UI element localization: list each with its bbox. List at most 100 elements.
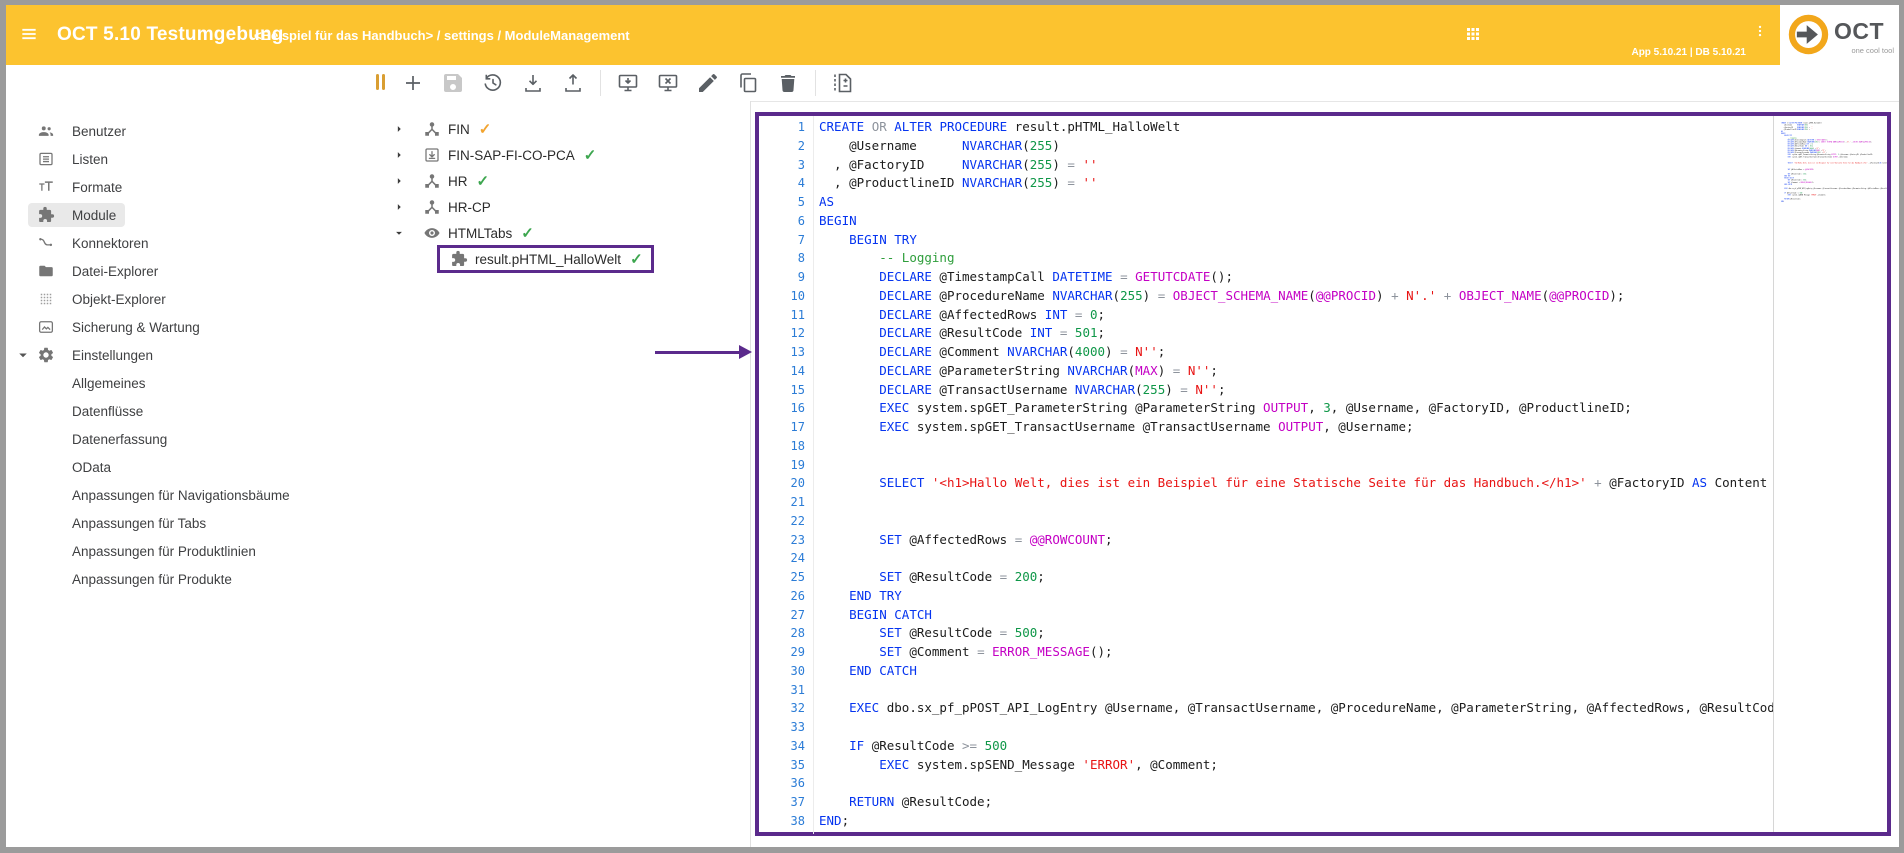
expand-caret-icon[interactable] — [392, 148, 406, 162]
line-number: 11 — [759, 306, 805, 325]
line-number: 24 — [759, 549, 805, 568]
line-number: 25 — [759, 568, 805, 587]
expand-caret-icon[interactable] — [392, 174, 406, 188]
code-line-32: EXEC dbo.sx_pf_pPOST_API_LogEntry @Usern… — [1781, 188, 1887, 190]
overflow-menu-icon[interactable] — [1753, 24, 1767, 44]
upload-button[interactable] — [561, 71, 585, 95]
code-line-9: 9 DECLARE @TimestampCall DATETIME = GETU… — [759, 268, 1773, 287]
hub-icon — [423, 172, 441, 190]
sidebar-item-datenfl-sse[interactable]: Datenflüsse — [6, 397, 384, 425]
line-number: 13 — [759, 343, 805, 362]
tree-item-htmltabs[interactable]: HTMLTabs✓ — [385, 220, 750, 246]
line-number: 26 — [759, 587, 805, 606]
code-line-38: END; — [1781, 200, 1887, 202]
add-button[interactable] — [401, 71, 425, 95]
sidebar-item-anpassungen-f-r-navigationsb-ume[interactable]: Anpassungen für Navigationsbäume — [6, 481, 384, 509]
expand-caret-icon[interactable] — [392, 122, 406, 136]
sidebar-item-anpassungen-f-r-produktlinien[interactable]: Anpassungen für Produktlinien — [6, 537, 384, 565]
expand-caret-icon[interactable] — [392, 200, 406, 214]
code-line-26: 26 END TRY — [759, 587, 1773, 606]
sidebar-item-label: Datenerfassung — [72, 432, 167, 447]
app-window: OCT 5.10 Testumgebung <Beispiel für das … — [6, 5, 1899, 847]
line-number: 36 — [759, 774, 805, 793]
copy-button[interactable] — [736, 71, 760, 95]
sidebar-item-anpassungen-f-r-produkte[interactable]: Anpassungen für Produkte — [6, 565, 384, 593]
history-button[interactable] — [481, 71, 505, 95]
editor-minimap[interactable]: CREATE OR ALTER PROCEDURE result.pHTML_H… — [1781, 122, 1887, 208]
expand-caret-icon[interactable] — [14, 346, 37, 364]
sql-code-editor[interactable]: 1CREATE OR ALTER PROCEDURE result.pHTML_… — [759, 116, 1773, 834]
sidebar-item-konnektoren[interactable]: Konnektoren — [6, 229, 384, 257]
sidebar-item-label: Konnektoren — [72, 236, 149, 251]
tree-item-label: HTMLTabs — [448, 226, 512, 241]
sidebar-item-odata[interactable]: OData — [6, 453, 384, 481]
sidebar-item-label: Objekt-Explorer — [72, 292, 166, 307]
line-number: 30 — [759, 662, 805, 681]
sidebar-item-einstellungen[interactable]: Einstellungen — [6, 341, 384, 369]
download-button[interactable] — [521, 71, 545, 95]
code-line-35: 35 EXEC system.spSEND_Message 'ERROR', @… — [759, 756, 1773, 775]
tree-item-fin[interactable]: FIN✓ — [385, 116, 750, 142]
code-line-24: 24 — [759, 549, 1773, 568]
line-number: 1 — [759, 118, 805, 137]
code-line-30: 30 END CATCH — [759, 662, 1773, 681]
format-icon — [37, 178, 55, 196]
sidebar-item-datenerfassung[interactable]: Datenerfassung — [6, 425, 384, 453]
edit-button[interactable] — [696, 71, 720, 95]
sidebar-item-allgemeines[interactable]: Allgemeines — [6, 369, 384, 397]
save-button[interactable] — [441, 71, 465, 95]
code-line-17: 17 EXEC system.spGET_TransactUsername @T… — [759, 418, 1773, 437]
sidebar-item-objekt-explorer[interactable]: Objekt-Explorer — [6, 285, 384, 313]
sidebar-item-label: Module — [72, 208, 116, 223]
sidebar-item-benutzer[interactable]: Benutzer — [6, 117, 384, 145]
tree-item-result-phtml-hallowelt[interactable]: result.pHTML_HalloWelt✓ — [385, 246, 750, 272]
hamburger-menu-icon[interactable] — [19, 24, 39, 44]
logo-text: OCT — [1834, 18, 1884, 45]
code-line-2: 2 @Username NVARCHAR(255) — [759, 137, 1773, 156]
tree-item-label: result.pHTML_HalloWelt — [475, 252, 621, 267]
toolbar-separator — [600, 70, 601, 96]
sidebar-item-label: OData — [72, 460, 111, 475]
line-number: 19 — [759, 456, 805, 475]
collapse-caret-icon[interactable] — [392, 226, 406, 240]
backup-icon — [37, 318, 55, 336]
delete-button[interactable] — [776, 71, 800, 95]
tree-item-hr[interactable]: HR✓ — [385, 168, 750, 194]
code-line-25: 25 SET @ResultCode = 200; — [759, 568, 1773, 587]
panel-splitter-handle[interactable] — [376, 74, 386, 92]
sidebar-item-label: Anpassungen für Produkte — [72, 572, 232, 587]
hub-icon — [423, 120, 441, 138]
annotation-arrow — [655, 351, 739, 354]
compare-document-button[interactable] — [831, 71, 855, 95]
sidebar-item-anpassungen-f-r-tabs[interactable]: Anpassungen für Tabs — [6, 509, 384, 537]
sidebar-item-label: Anpassungen für Produktlinien — [72, 544, 256, 559]
editor-scroll-edge — [1773, 116, 1774, 832]
gear-icon — [37, 346, 55, 364]
code-line-6: 6BEGIN — [759, 212, 1773, 231]
sidebar-item-label: Datenflüsse — [72, 404, 143, 419]
sidebar-item-formate[interactable]: Formate — [6, 173, 384, 201]
tree-item-fin-sap-fi-co-pca[interactable]: FIN-SAP-FI-CO-PCA✓ — [385, 142, 750, 168]
sidebar-item-label: Sicherung & Wartung — [72, 320, 200, 335]
code-line-29: 29 SET @Comment = ERROR_MESSAGE(); — [759, 643, 1773, 662]
undeploy-button[interactable] — [656, 71, 680, 95]
import-icon — [423, 146, 441, 164]
app-header: OCT 5.10 Testumgebung <Beispiel für das … — [6, 5, 1899, 65]
tree-item-label: FIN-SAP-FI-CO-PCA — [448, 148, 575, 163]
line-number: 34 — [759, 737, 805, 756]
tree-item-hr-cp[interactable]: HR-CP — [385, 194, 750, 220]
annotation-box: result.pHTML_HalloWelt✓ — [437, 245, 654, 273]
deploy-button[interactable] — [616, 71, 640, 95]
sidebar: BenutzerListenFormate Module Konnektoren Da… — [6, 65, 386, 847]
sidebar-item-listen[interactable]: Listen — [6, 145, 384, 173]
apps-grid-icon[interactable] — [1464, 25, 1482, 43]
line-number: 15 — [759, 381, 805, 400]
sidebar-item-label: Allgemeines — [72, 376, 146, 391]
sidebar-item-label: Anpassungen für Navigationsbäume — [72, 488, 290, 503]
sidebar-item-datei-explorer[interactable]: Datei-Explorer — [6, 257, 384, 285]
code-line-37: 37 RETURN @ResultCode; — [759, 793, 1773, 812]
line-number: 35 — [759, 756, 805, 775]
sidebar-item-sicherung-wartung[interactable]: Sicherung & Wartung — [6, 313, 384, 341]
sidebar-item-label: Datei-Explorer — [72, 264, 158, 279]
sidebar-item-module[interactable]: Module — [6, 201, 384, 229]
